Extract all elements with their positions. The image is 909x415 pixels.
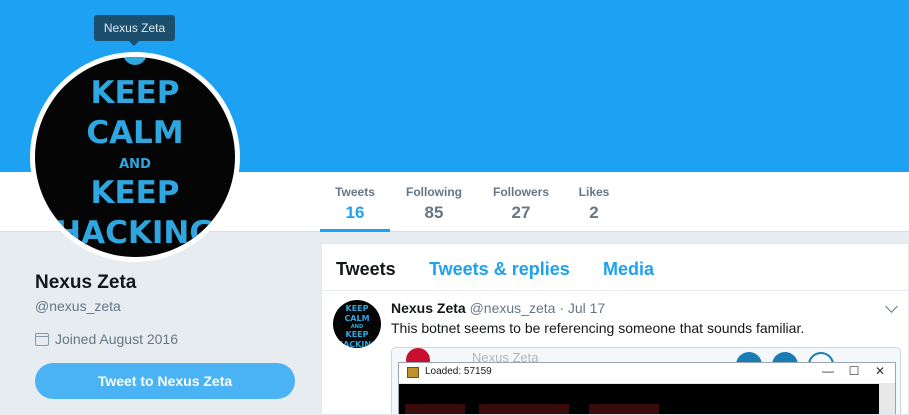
avatar-image: KEEP CALM AND KEEP HACKING [35,57,235,257]
tab-tweets[interactable]: Tweets [336,259,396,280]
tweet-date[interactable]: · Jul 17 [559,300,605,316]
maximize-icon: ☐ [848,364,860,378]
avatar-text: HACKING [336,340,378,348]
profile-name[interactable]: Nexus Zeta [35,272,136,294]
calendar-icon [35,333,49,346]
stat-label: Following [406,185,462,199]
stat-value: 16 [345,203,365,222]
tab-tweets-replies[interactable]: Tweets & replies [429,259,570,280]
timeline-tabs: Tweets Tweets & replies Media [322,244,908,291]
console-window: Loaded: 57159 — ☐ ✕ [398,362,896,414]
profile-handle[interactable]: @nexus_zeta [35,298,121,314]
tweet-avatar[interactable]: KEEP CALM AND KEEP HACKING [333,300,381,348]
stat-tweets[interactable]: Tweets 16 [328,185,382,229]
tooltip: Nexus Zeta [94,15,175,46]
timeline: Tweets Tweets & replies Media KEEP CALM … [321,243,909,415]
join-date-text: Joined August 2016 [55,331,178,347]
avatar-text: HACKING [55,215,215,251]
chevron-down-icon[interactable] [885,300,898,313]
tweet-header: Nexus Zeta @nexus_zeta · Jul 17 [391,300,605,316]
tweet-author-name[interactable]: Nexus Zeta [391,300,466,316]
avatar-text: AND [119,157,151,172]
stat-followers[interactable]: Followers 27 [490,185,552,229]
avatar-text: KEEP [90,175,180,211]
stat-value: 2 [589,203,599,222]
tweet-media[interactable]: Nexus Zeta Loaded: 57159 — ☐ ✕ [391,347,901,414]
ascii-art [405,404,465,414]
avatar-text: KEEP [345,330,369,339]
avatar-text: CALM [86,115,184,151]
stat-label: Followers [492,185,549,199]
active-stat-indicator [320,229,390,232]
window-titlebar: Loaded: 57159 — ☐ ✕ [399,363,895,384]
avatar-text: CALM [344,314,370,323]
minimize-icon: — [822,364,834,378]
join-date: Joined August 2016 [35,331,178,347]
console-output [399,384,895,414]
avatar-text: KEEP [90,75,180,111]
tab-media[interactable]: Media [603,259,654,280]
close-icon: ✕ [874,364,886,378]
stat-label: Likes [578,185,610,199]
logo-icon [123,57,147,65]
app-icon [407,367,419,378]
stat-value: 27 [511,203,531,222]
window-title: Loaded: 57159 [425,366,492,377]
stat-following[interactable]: Following 85 [402,185,466,229]
avatar[interactable]: KEEP CALM AND KEEP HACKING [30,52,240,262]
scrollbar[interactable] [879,384,895,414]
ascii-art [479,404,569,414]
stat-value: 85 [424,203,444,222]
ascii-art [589,404,659,414]
stat-label: Tweets [335,185,375,199]
tweet-to-button[interactable]: Tweet to Nexus Zeta [35,363,295,399]
stat-likes[interactable]: Likes 2 [574,185,614,229]
tweet-text: This botnet seems to be referencing some… [391,320,805,336]
avatar-text: KEEP [345,304,369,313]
tweet-author-handle[interactable]: @nexus_zeta [470,300,556,316]
